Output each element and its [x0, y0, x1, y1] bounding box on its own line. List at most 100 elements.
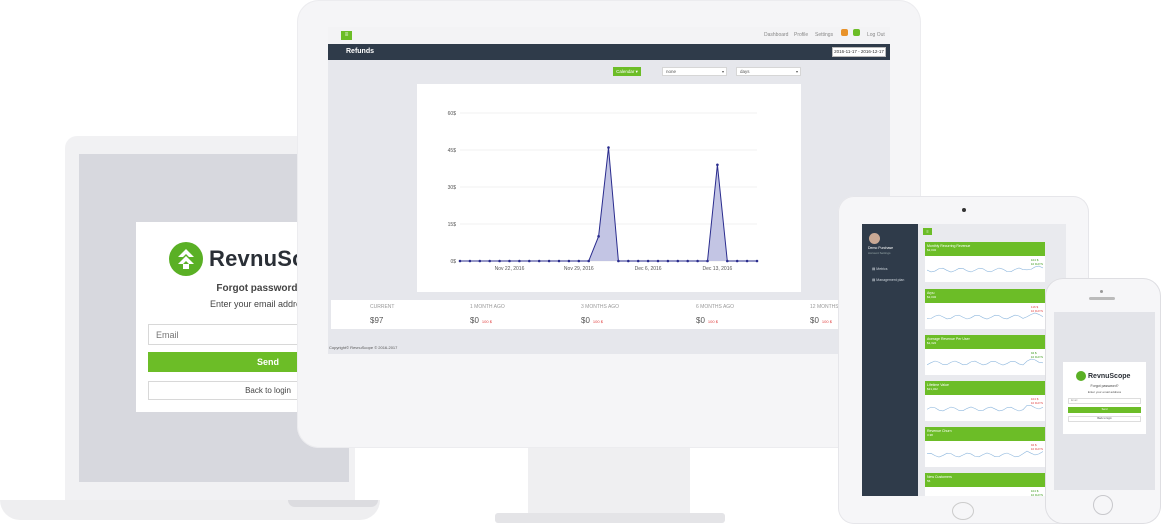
- alert-icon[interactable]: [853, 29, 860, 36]
- nav-logout[interactable]: Log Out: [867, 32, 885, 38]
- nav-dashboard[interactable]: Dashboard: [764, 32, 788, 38]
- copyright: Copyright© RevnuScope © 2016-2017: [329, 345, 398, 350]
- data-point: [518, 259, 521, 263]
- data-point: [726, 259, 729, 263]
- data-point: [686, 259, 689, 263]
- data-point: [478, 259, 482, 263]
- stat-delta: 100 $: [592, 319, 603, 324]
- monitor-stand: [528, 448, 690, 514]
- metric-card-header: Arpu $2,032: [925, 289, 1045, 303]
- laptop-notch: [288, 500, 378, 507]
- period-select-value: days: [740, 69, 750, 74]
- menu-toggle-icon[interactable]: ≡: [923, 228, 932, 235]
- tablet-sidebar: Demo Purchase Account Settings ▤ Metrics…: [862, 224, 918, 496]
- data-point: [508, 259, 511, 263]
- data-point: [656, 259, 660, 263]
- sparkline: [927, 312, 1043, 320]
- period-select[interactable]: days ▾: [736, 67, 801, 76]
- metric-value: $2,032: [927, 295, 937, 299]
- data-point: [597, 235, 600, 238]
- series-area: [460, 147, 757, 261]
- monitor-foot: [495, 513, 725, 523]
- data-point: [458, 259, 462, 263]
- data-point: [676, 259, 680, 263]
- data-point: [627, 259, 630, 263]
- back-to-login-button[interactable]: Back to login: [1068, 416, 1141, 422]
- sidebar-item-metrics[interactable]: ▤ Metrics: [872, 267, 888, 271]
- metric-card[interactable]: Arpu $2,032 116 $10 DAYS: [925, 289, 1045, 329]
- chevron-down-icon: ▾: [721, 69, 724, 74]
- calendar-label: Calendar: [616, 69, 635, 74]
- brand-logo: RevnuScope: [1076, 371, 1130, 381]
- monitor-screen: ≡ Dashboard Profile Settings Log Out Ref…: [328, 27, 890, 354]
- metric-card-header: Lifetime Value $21,322: [925, 381, 1045, 395]
- metric-card[interactable]: Average Revenue Per User $1,322 94 $10 DAY…: [925, 335, 1045, 375]
- forgot-password-title: Forgot password?: [1090, 384, 1119, 388]
- stat-value: $0: [581, 316, 590, 325]
- data-point: [716, 163, 719, 167]
- email-field[interactable]: Email: [1068, 398, 1141, 404]
- sidebar-item-management[interactable]: ▤ Management plan: [872, 278, 904, 282]
- sparkline: [927, 358, 1043, 366]
- stat-value: $0: [810, 316, 819, 325]
- data-point: [557, 259, 561, 263]
- stat-delta: 100 $: [707, 319, 718, 324]
- phone-speaker: [1089, 297, 1115, 300]
- tablet-screen: Demo Purchase Account Settings ▤ Metrics…: [862, 224, 1066, 496]
- data-point: [567, 259, 571, 263]
- stat-value: $0: [470, 316, 479, 325]
- metric-value: $21,322: [927, 387, 938, 391]
- metric-card[interactable]: Lifetime Value $21,322 104 $10 DAYS: [925, 381, 1045, 421]
- data-point: [617, 259, 620, 263]
- tablet-home-button: [952, 502, 974, 520]
- date-range-picker[interactable]: 2016-11-17 - 2016-12-17: [832, 47, 886, 57]
- data-point: [498, 259, 501, 263]
- sparkline: [927, 450, 1043, 458]
- y-tick-label: 15$: [448, 222, 457, 228]
- metric-card[interactable]: Monthly Recurring Revenue $2,032 104 $10 D…: [925, 242, 1045, 282]
- page-header: Refunds 2016-11-17 - 2016-12-17: [328, 44, 890, 60]
- calendar-button[interactable]: Calendar ▾: [613, 67, 641, 76]
- data-point: [735, 259, 739, 263]
- data-point: [577, 259, 581, 263]
- notification-icon[interactable]: [841, 29, 848, 36]
- data-point: [646, 259, 650, 263]
- y-tick-label: 0$: [450, 259, 456, 265]
- stat-3-months: 3 MONTHS AGO $0 100 $: [581, 304, 619, 328]
- data-point: [537, 259, 541, 263]
- x-tick-label: Dec 6, 2016: [635, 266, 662, 272]
- data-point: [706, 259, 709, 263]
- refunds-chart-svg: 0$ 15$ 30$ 45$ 60$ Nov 22, 2016 Nov 29, 2016 De…: [448, 111, 759, 272]
- nav-profile[interactable]: Profile: [794, 32, 808, 38]
- data-point: [488, 259, 491, 263]
- metric-value: 56: [927, 479, 931, 483]
- filter-select[interactable]: none ▾: [662, 67, 727, 76]
- sparkline: [927, 494, 1043, 496]
- user-role[interactable]: Account Settings: [868, 251, 891, 255]
- nav-settings[interactable]: Settings: [815, 32, 833, 38]
- sparkline: [927, 405, 1043, 412]
- sparkline: [927, 265, 1043, 273]
- stat-delta: 100 $: [821, 319, 832, 324]
- menu-toggle-icon[interactable]: ≡: [341, 31, 352, 40]
- brand-name: RevnuScope: [1088, 372, 1131, 380]
- metric-card[interactable]: Revenue Churn 3.38 94 $10 DAYS: [925, 427, 1045, 467]
- device-mockup-stage: RevnuScope Forgot password? Enter your e…: [0, 0, 1162, 526]
- data-point: [636, 259, 640, 263]
- logo-arrows-icon: [1076, 371, 1086, 381]
- metric-card-header: Monthly Recurring Revenue $2,032: [925, 242, 1045, 256]
- data-point: [696, 259, 699, 263]
- stat-label: 1 MONTH AGO: [470, 304, 505, 310]
- stat-current: CURRENT $97: [370, 304, 394, 328]
- forgot-password-subtitle: Enter your email address: [1087, 390, 1122, 394]
- metric-card[interactable]: New Customers 56 104 $10 DAYS: [925, 473, 1045, 496]
- metric-card-header: Average Revenue Per User $1,322: [925, 335, 1045, 349]
- send-button[interactable]: Send: [1068, 407, 1141, 413]
- phone-screen: RevnuScope Forgot password? Enter your e…: [1054, 312, 1155, 490]
- y-tick-label: 45$: [448, 148, 457, 154]
- data-point: [587, 259, 590, 263]
- stat-value: $0: [696, 316, 705, 325]
- x-tick-label: Dec 13, 2016: [703, 266, 733, 272]
- refunds-chart: 0$ 15$ 30$ 45$ 60$ Nov 22, 2016 Nov 29, 2016 De…: [417, 84, 801, 292]
- user-name: Demo Purchase: [868, 246, 894, 250]
